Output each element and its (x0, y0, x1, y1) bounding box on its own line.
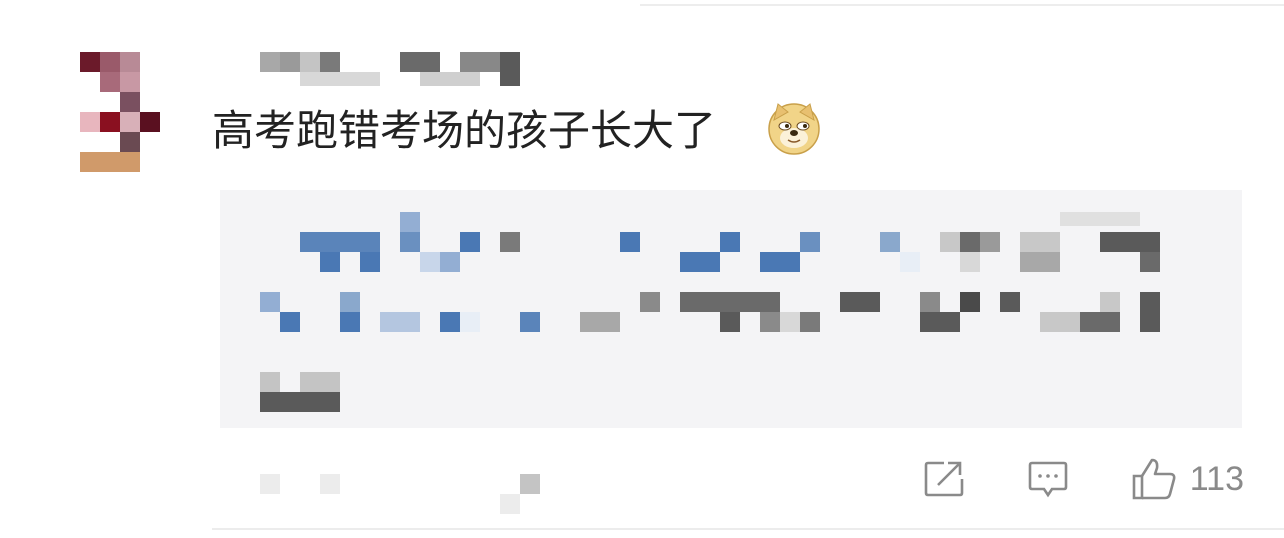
quoted-post[interactable] (220, 190, 1242, 428)
action-bar: 113 (862, 452, 1244, 506)
comment-icon (1028, 461, 1068, 498)
like-count: 113 (1189, 459, 1244, 498)
like-button[interactable]: 113 (1130, 456, 1244, 502)
bottom-divider (212, 528, 1284, 530)
quoted-post-mosaic (220, 190, 1242, 428)
share-icon (924, 461, 964, 497)
comment-meta (258, 470, 548, 514)
comment-text: 高考跑错考场的孩子长大了 (212, 106, 717, 155)
top-divider (640, 4, 1284, 6)
doge-emoji (766, 100, 822, 156)
share-button[interactable] (922, 459, 966, 499)
username[interactable] (260, 52, 522, 86)
avatar[interactable] (80, 52, 160, 172)
thumbs-up-icon (1132, 458, 1176, 500)
reply-button[interactable] (1026, 459, 1070, 499)
